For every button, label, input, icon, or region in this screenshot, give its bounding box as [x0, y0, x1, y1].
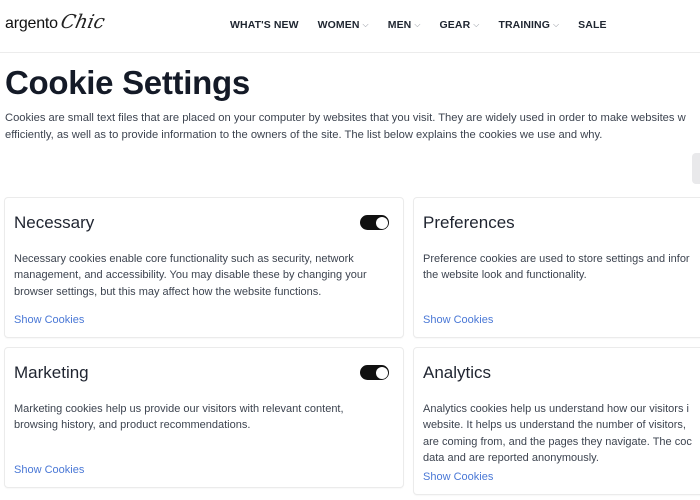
card-preferences: Preferences Preference cookies are used …: [413, 197, 700, 338]
marketing-toggle[interactable]: [360, 365, 389, 380]
chevron-down-icon: ⌵: [553, 20, 560, 29]
card-title: Preferences: [423, 213, 515, 232]
nav-men[interactable]: MEN ⌵: [388, 19, 421, 31]
accept-button[interactable]: [692, 153, 700, 184]
logo-main-text: argento: [5, 15, 58, 32]
card-description: Necessary cookies enable core functional…: [14, 251, 367, 300]
chevron-down-icon: ⌵: [473, 20, 480, 29]
nav-label: GEAR: [439, 19, 471, 31]
desc-line: data and are reported anonymously.: [423, 451, 599, 464]
nav-label: WHAT'S NEW: [230, 19, 299, 31]
desc-line: browsing history, and product recommenda…: [14, 419, 251, 432]
desc-line: the website look and functionality.: [423, 269, 587, 282]
desc-line: Preference cookies are used to store set…: [423, 253, 690, 265]
chevron-down-icon: ⌵: [362, 20, 369, 29]
nav-whats-new[interactable]: WHAT'S NEW: [230, 19, 299, 31]
card-necessary: Necessary Necessary cookies enable core …: [4, 197, 404, 338]
desc-line: Necessary cookies enable core functional…: [14, 253, 354, 265]
nav-training[interactable]: TRAINING ⌵: [498, 19, 559, 31]
show-cookies-link[interactable]: Show Cookies: [14, 314, 84, 326]
nav-label: MEN: [387, 19, 412, 31]
desc-line: browser settings, but this may affect ho…: [14, 285, 322, 298]
logo[interactable]: argento Chic: [5, 11, 107, 33]
desc-line: management, and accessibility. You may d…: [14, 269, 367, 282]
card-title: Marketing: [14, 363, 89, 382]
card-description: Analytics cookies help us understand how…: [423, 401, 692, 466]
toggle-knob: [375, 366, 388, 379]
card-description: Preference cookies are used to store set…: [423, 251, 690, 284]
necessary-toggle[interactable]: [360, 215, 389, 230]
main-nav: WHAT'S NEW WOMEN ⌵ MEN ⌵ GEAR ⌵ TRAINING ⌵ S…: [230, 19, 626, 31]
intro-text: Cookies are small text files that are pl…: [5, 110, 700, 143]
card-title: Necessary: [14, 213, 95, 232]
chevron-down-icon: ⌵: [414, 20, 421, 29]
intro-line: Cookies are small text files that are pl…: [5, 112, 686, 124]
show-cookies-link[interactable]: Show Cookies: [423, 314, 493, 326]
site-header: argento Chic WHAT'S NEW WOMEN ⌵ MEN ⌵ GEAR…: [0, 0, 700, 53]
card-description: Marketing cookies help us provide our vi…: [14, 401, 344, 434]
nav-label: TRAINING: [498, 19, 550, 31]
show-cookies-link[interactable]: Show Cookies: [14, 464, 84, 476]
nav-label: SALE: [578, 19, 607, 31]
logo-script-text: Chic: [58, 11, 107, 33]
nav-label: WOMEN: [317, 19, 360, 31]
desc-line: are coming from, and the pages they navi…: [423, 435, 692, 448]
page-title: Cookie Settings: [5, 64, 250, 101]
show-cookies-link[interactable]: Show Cookies: [423, 471, 493, 483]
card-marketing: Marketing Marketing cookies help us prov…: [4, 347, 404, 488]
desc-line: Marketing cookies help us provide our vi…: [14, 403, 344, 415]
desc-line: Analytics cookies help us understand how…: [423, 403, 689, 415]
intro-line: efficiently, as well as to provide infor…: [5, 128, 603, 141]
toggle-knob: [375, 216, 388, 229]
desc-line: website. It helps us understand the numb…: [423, 419, 686, 432]
nav-sale[interactable]: SALE: [578, 19, 606, 31]
nav-women[interactable]: WOMEN ⌵: [318, 19, 369, 31]
card-analytics: Analytics Analytics cookies help us unde…: [413, 347, 700, 495]
nav-gear[interactable]: GEAR ⌵: [440, 19, 480, 31]
card-title: Analytics: [423, 363, 492, 382]
